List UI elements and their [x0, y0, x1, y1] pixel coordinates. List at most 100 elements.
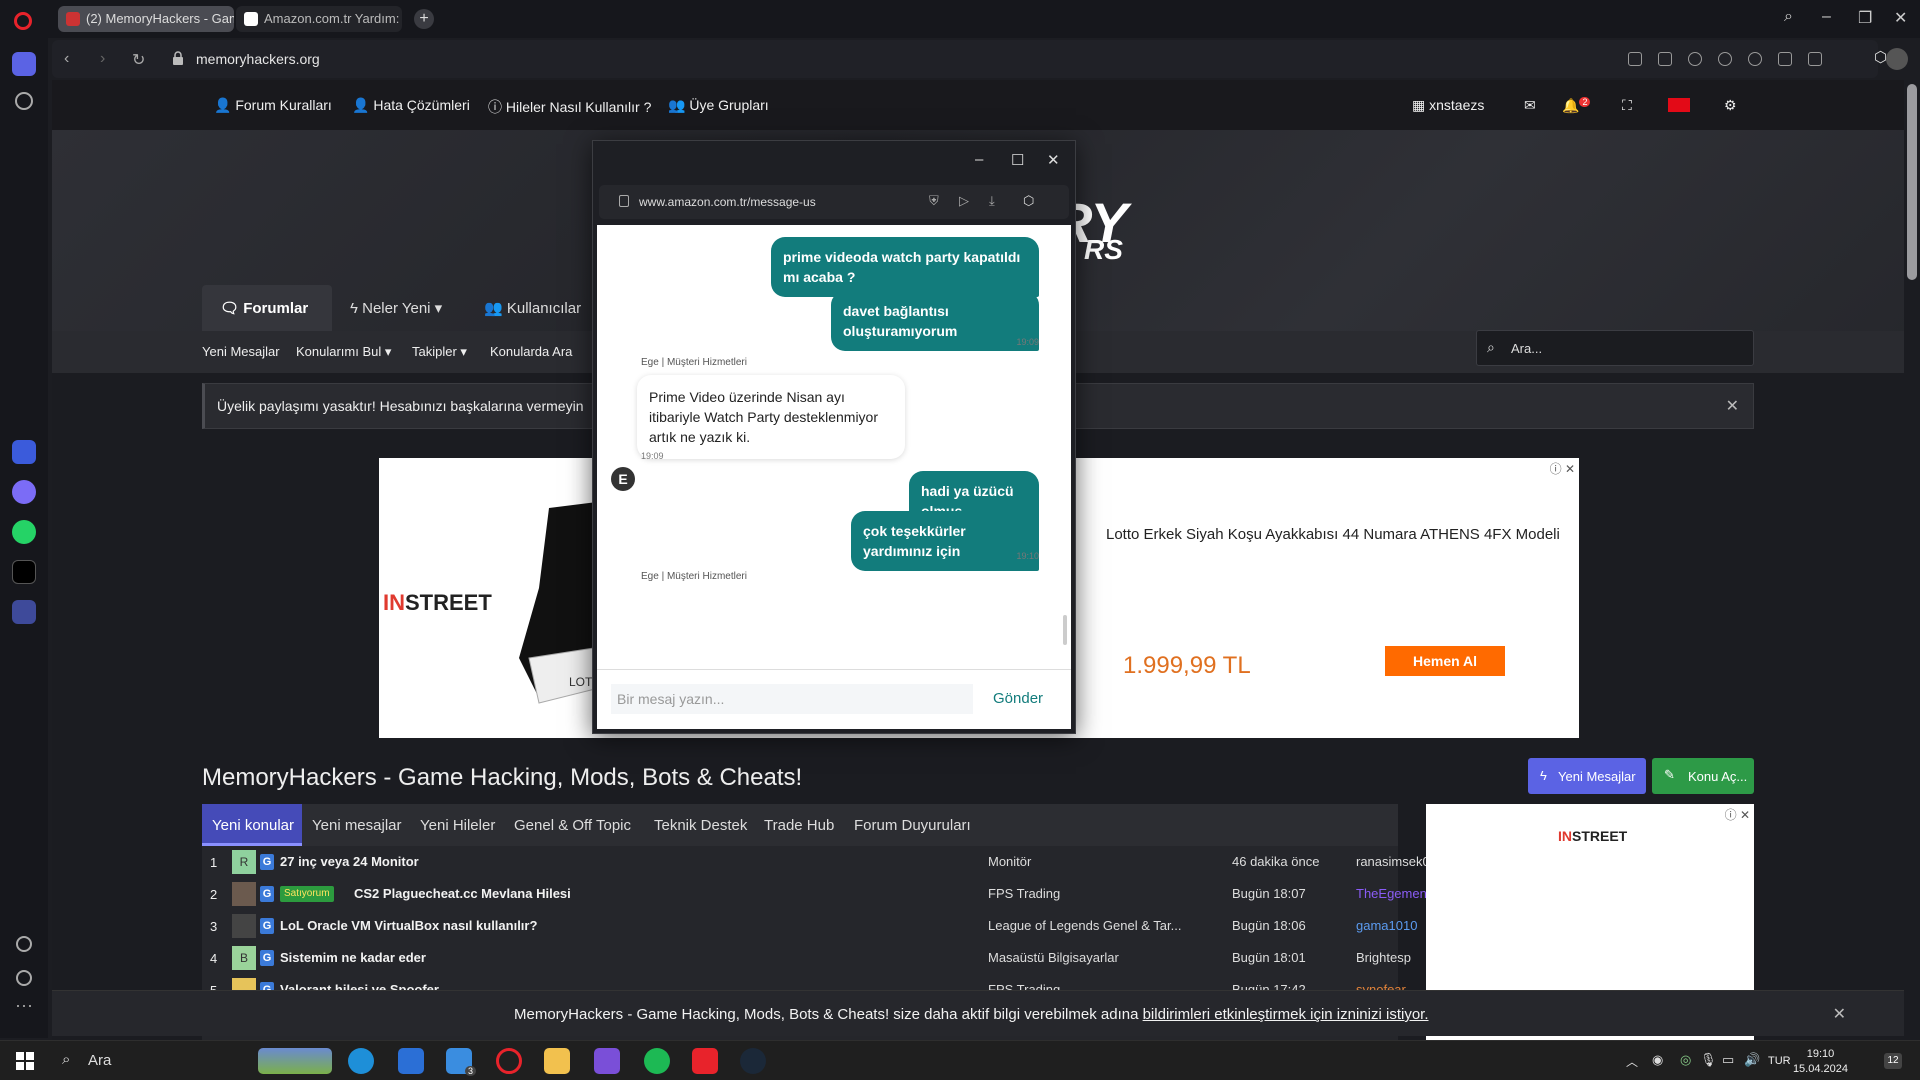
- thread-forum[interactable]: FPS Trading: [988, 886, 1060, 901]
- url-field[interactable]: memoryhackers.org: [196, 51, 320, 67]
- search-tabs-icon[interactable]: ⌕: [1784, 8, 1793, 26]
- tab-trade-hub[interactable]: Trade Hub: [764, 804, 834, 846]
- popup-shield-icon[interactable]: ⛨: [929, 193, 939, 209]
- turkey-flag-icon[interactable]: [1668, 98, 1690, 112]
- thread-title[interactable]: CS2 Plaguecheat.cc Mevlana Hilesi: [354, 886, 571, 901]
- thread-avatar[interactable]: [232, 914, 256, 938]
- table-row[interactable]: 4 B G Sistemim ne kadar eder Masaüstü Bilgis…: [202, 942, 1411, 974]
- extensions-cube-icon[interactable]: ⬡: [1874, 48, 1896, 70]
- forum-rules-link[interactable]: 👤 Forum Kuralları: [214, 97, 332, 114]
- media-app-icon[interactable]: [594, 1048, 620, 1074]
- ad-info-close-icon[interactable]: ⓘ ✕: [1550, 460, 1575, 477]
- minimize-button[interactable]: –: [1822, 8, 1831, 26]
- back-button[interactable]: ‹: [64, 50, 69, 68]
- mail-icon[interactable]: ✉: [1524, 97, 1536, 114]
- popup-maximize-button[interactable]: ☐: [1011, 151, 1024, 169]
- popup-minimize-button[interactable]: –: [975, 151, 983, 168]
- thread-forum[interactable]: League of Legends Genel & Tar...: [988, 918, 1181, 933]
- menu-icon[interactable]: [1808, 52, 1822, 66]
- popup-play-icon[interactable]: ▷: [959, 193, 969, 209]
- heart-sidebar-icon[interactable]: [16, 936, 32, 952]
- mail-app-icon[interactable]: 3: [446, 1048, 476, 1076]
- tab-new-topics[interactable]: Yeni konular: [202, 804, 302, 846]
- how-to-use-link[interactable]: ⓘ Hileler Nasıl Kullanılır ?: [488, 97, 651, 117]
- close-button[interactable]: ✕: [1894, 8, 1907, 28]
- tab-new-messages[interactable]: Yeni mesajlar: [312, 804, 402, 846]
- nav-users[interactable]: 👥 Kullanıcılar: [484, 285, 581, 331]
- ad2-info-close-icon[interactable]: ⓘ ✕: [1725, 806, 1750, 823]
- thread-user[interactable]: ranasimsek0: [1356, 854, 1430, 869]
- permission-close-icon[interactable]: ✕: [1833, 1004, 1846, 1024]
- member-groups-link[interactable]: 👥 Üye Grupları: [668, 97, 769, 114]
- thread-title[interactable]: 27 inç veya 24 Monitor: [280, 854, 419, 869]
- chat-scrollbar[interactable]: [1063, 615, 1067, 645]
- ad-buy-button[interactable]: Hemen Al: [1385, 646, 1505, 676]
- popup-close-button[interactable]: ✕: [1047, 151, 1060, 169]
- page-scrollbar-thumb[interactable]: [1907, 84, 1917, 280]
- forward-button[interactable]: ›: [100, 50, 105, 68]
- star-icon[interactable]: [15, 92, 33, 110]
- subnav-follows[interactable]: Takipler ▾: [412, 344, 467, 360]
- fullscreen-icon[interactable]: ⛶: [1622, 97, 1632, 114]
- subnav-find-topics[interactable]: Konularımı Bul ▾: [296, 344, 391, 360]
- new-topic-button[interactable]: ✎ Konu Aç...: [1652, 758, 1754, 794]
- popup-url-field[interactable]: www.amazon.com.tr/message-us: [639, 195, 816, 209]
- restore-button[interactable]: ❐: [1858, 8, 1872, 28]
- error-solutions-link[interactable]: 👤 Hata Çözümleri: [352, 97, 470, 114]
- enable-notifications-link[interactable]: bildirimleri etkinleştirmek için izniniz…: [1143, 1006, 1429, 1023]
- new-tab-button[interactable]: +: [414, 9, 434, 29]
- thread-user[interactable]: TheEgemen: [1356, 886, 1427, 901]
- tray-clock[interactable]: 19:10 15.04.2024: [1793, 1047, 1848, 1077]
- thread-avatar[interactable]: B: [232, 946, 256, 970]
- gaming-app-icon[interactable]: [692, 1048, 718, 1074]
- tray-language[interactable]: TUR: [1768, 1055, 1791, 1067]
- aria-icon[interactable]: [12, 440, 36, 464]
- adblock-icon[interactable]: [1688, 52, 1702, 66]
- thread-avatar[interactable]: R: [232, 850, 256, 874]
- edge-icon[interactable]: [348, 1048, 374, 1074]
- table-row[interactable]: 1 R G 27 inç veya 24 Monitor Monitör 46 dakik…: [202, 846, 1430, 878]
- message-input[interactable]: [611, 684, 973, 714]
- popup-download-icon[interactable]: ⤓: [989, 193, 995, 209]
- store-icon[interactable]: [398, 1048, 424, 1074]
- windows-start-icon[interactable]: [16, 1052, 34, 1070]
- reload-button[interactable]: ↻: [132, 50, 145, 70]
- tray-steam-icon[interactable]: ◉: [1652, 1052, 1663, 1068]
- popup-cube-icon[interactable]: ⬡: [1023, 193, 1034, 209]
- widgets-icon[interactable]: [258, 1048, 332, 1074]
- history-icon[interactable]: [16, 970, 32, 986]
- notification-center-icon[interactable]: 12: [1884, 1053, 1902, 1069]
- tab-general[interactable]: Genel & Off Topic: [514, 804, 631, 846]
- home-icon[interactable]: [12, 52, 36, 76]
- tray-nvidia-icon[interactable]: ◎: [1680, 1052, 1691, 1068]
- subnav-new-messages[interactable]: Yeni Mesajlar: [202, 344, 280, 359]
- more-icon[interactable]: ···: [12, 996, 36, 1024]
- subnav-search-topics[interactable]: Konularda Ara: [490, 344, 572, 359]
- tab-amazon[interactable]: Amazon.com.tr Yardım: Ya: [236, 6, 402, 32]
- user-menu[interactable]: ▦ xnstaezs: [1412, 97, 1484, 114]
- whatsapp-icon[interactable]: [12, 520, 36, 544]
- table-row[interactable]: 3 G LoL Oracle VM VirtualBox nasıl kullanı…: [202, 910, 1417, 942]
- edit-icon[interactable]: [1628, 52, 1642, 66]
- thread-title[interactable]: LoL Oracle VM VirtualBox nasıl kullanılı…: [280, 918, 537, 933]
- download-icon[interactable]: [1778, 52, 1792, 66]
- thread-user[interactable]: gama1010: [1356, 918, 1417, 933]
- thread-forum[interactable]: Masaüstü Bilgisayarlar: [988, 950, 1119, 965]
- site-search-input[interactable]: ⌕ Ara...: [1476, 330, 1754, 366]
- settings-gear-icon[interactable]: ⚙: [1724, 97, 1737, 114]
- tray-volume-icon[interactable]: 🔊: [1744, 1052, 1760, 1068]
- send-button[interactable]: Gönder: [993, 690, 1043, 707]
- notice-close-icon[interactable]: ✕: [1726, 396, 1739, 416]
- table-row[interactable]: 2 G Satıyorum CS2 Plaguecheat.cc Mevlana Hi…: [202, 878, 1427, 910]
- player-icon[interactable]: [1718, 52, 1732, 66]
- file-explorer-icon[interactable]: [544, 1048, 570, 1074]
- tab-tech-support[interactable]: Teknik Destek: [654, 804, 747, 846]
- thread-user[interactable]: Brightesp: [1356, 950, 1411, 965]
- nav-forums[interactable]: 🗨 Forumlar: [202, 285, 332, 331]
- thread-forum[interactable]: Monitör: [988, 854, 1031, 869]
- tab-new-cheats[interactable]: Yeni Hileler: [420, 804, 495, 846]
- spotify-icon[interactable]: [644, 1048, 670, 1074]
- nav-whats-new[interactable]: ϟ Neler Yeni ▾: [350, 285, 442, 331]
- camera-icon[interactable]: [1658, 52, 1672, 66]
- tray-network-icon[interactable]: ▭: [1722, 1052, 1734, 1068]
